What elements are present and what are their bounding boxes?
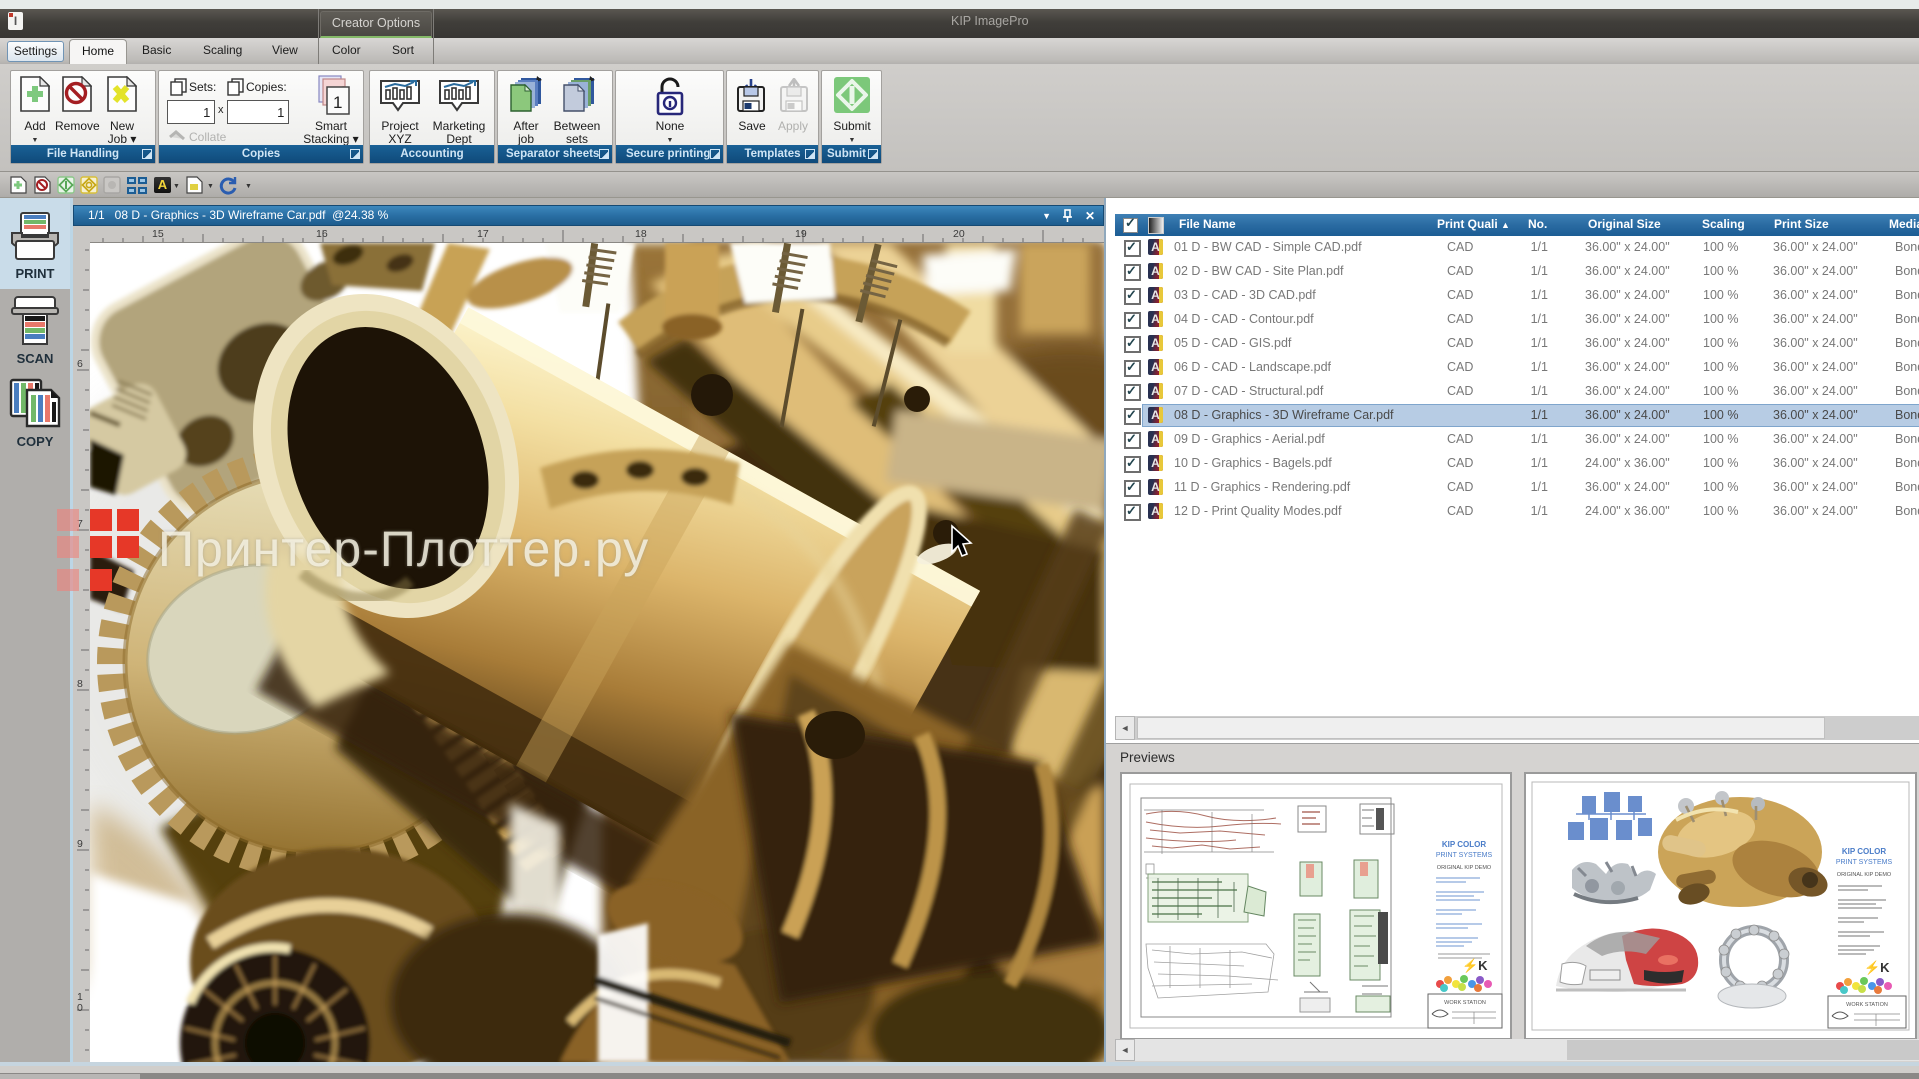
svg-text:19: 19 <box>795 228 807 240</box>
svg-text:17: 17 <box>477 228 489 240</box>
svg-text:16: 16 <box>316 228 328 240</box>
svg-text:⚡K: ⚡K <box>1864 960 1890 976</box>
svg-text:PRINT SYSTEMS: PRINT SYSTEMS <box>1436 852 1493 859</box>
svg-text:⚡K: ⚡K <box>1462 958 1488 974</box>
svg-text:1: 1 <box>333 93 342 112</box>
svg-text:20: 20 <box>953 228 965 240</box>
svg-text:0: 0 <box>77 1002 83 1014</box>
svg-text:KIP COLOR: KIP COLOR <box>1842 847 1887 856</box>
svg-text:6: 6 <box>77 358 83 370</box>
svg-text:PRINT SYSTEMS: PRINT SYSTEMS <box>1836 859 1893 866</box>
svg-text:8: 8 <box>77 678 83 690</box>
svg-text:ORIGINAL KIP DEMO: ORIGINAL KIP DEMO <box>1837 872 1892 878</box>
svg-text:9: 9 <box>77 838 83 850</box>
svg-text:18: 18 <box>635 228 647 240</box>
svg-text:KIP COLOR: KIP COLOR <box>1442 840 1487 849</box>
svg-text:WORK STATION: WORK STATION <box>1444 1000 1486 1006</box>
svg-text:ORIGINAL KIP DEMO: ORIGINAL KIP DEMO <box>1437 865 1492 871</box>
svg-text:WORK STATION: WORK STATION <box>1846 1002 1888 1008</box>
svg-text:15: 15 <box>152 228 164 240</box>
